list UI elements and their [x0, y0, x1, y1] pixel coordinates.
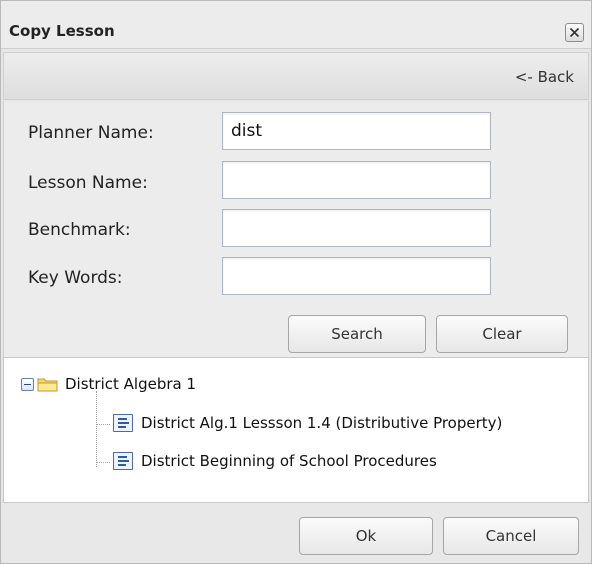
tree-item-label: District Beginning of School Procedures: [141, 452, 437, 470]
benchmark-input[interactable]: [222, 209, 491, 247]
tree-item[interactable]: District Beginning of School Procedures: [113, 448, 437, 474]
search-form: Planner Name: Lesson Name: Benchmark: Ke…: [3, 101, 589, 357]
navigation-bar: <- Back: [3, 52, 589, 100]
tree-folder-row[interactable]: District Algebra 1: [21, 371, 196, 397]
collapse-icon[interactable]: [21, 377, 34, 391]
planner-name-input[interactable]: [222, 112, 491, 150]
lesson-tree: District Algebra 1 District Alg.1 Lessso…: [3, 357, 589, 503]
back-link[interactable]: <- Back: [515, 68, 574, 86]
folder-label: District Algebra 1: [65, 375, 197, 393]
tree-connector: [96, 424, 110, 425]
lesson-name-label: Lesson Name:: [28, 173, 148, 193]
ok-button[interactable]: Ok: [299, 517, 433, 555]
tree-connector: [96, 462, 110, 463]
dialog-title: Copy Lesson: [9, 22, 115, 40]
lesson-name-input[interactable]: [222, 161, 491, 199]
dialog-titlebar: Copy Lesson: [1, 1, 591, 49]
folder-icon: [37, 378, 58, 392]
lesson-icon: [113, 452, 133, 470]
close-icon: [569, 27, 580, 38]
clear-button[interactable]: Clear: [436, 315, 568, 353]
key-words-input[interactable]: [222, 257, 491, 295]
key-words-label: Key Words:: [28, 268, 123, 288]
planner-name-label: Planner Name:: [28, 123, 154, 143]
tree-connector: [96, 391, 97, 467]
lesson-icon: [113, 414, 133, 432]
copy-lesson-dialog: Copy Lesson <- Back Planner Name: Lesson…: [0, 0, 592, 564]
dialog-footer: Ok Cancel: [3, 503, 589, 563]
tree-item[interactable]: District Alg.1 Lessson 1.4 (Distributive…: [113, 410, 502, 436]
close-button[interactable]: [565, 23, 584, 42]
tree-item-label: District Alg.1 Lessson 1.4 (Distributive…: [141, 414, 503, 432]
cancel-button[interactable]: Cancel: [443, 517, 579, 555]
benchmark-label: Benchmark:: [28, 220, 131, 240]
search-button[interactable]: Search: [288, 315, 426, 353]
